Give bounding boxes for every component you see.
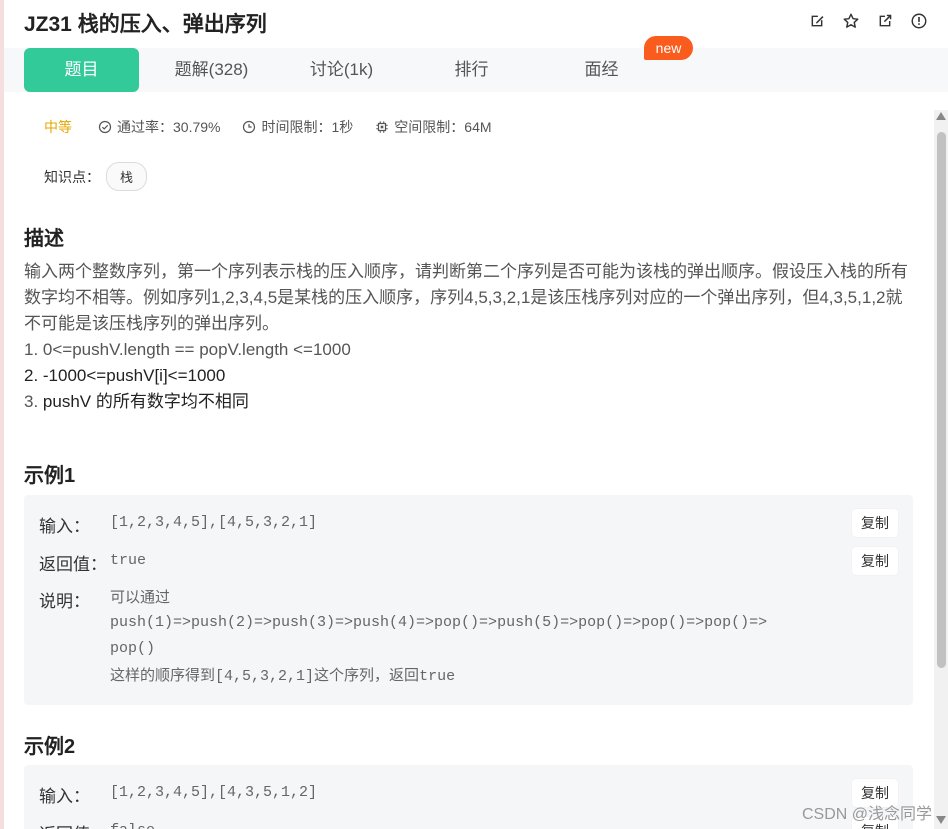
new-badge: new [644, 36, 693, 60]
copy-input-button[interactable]: 复制 [852, 509, 898, 537]
explain-line-2: push(1)=>push(2)=>push(3)=>push(4)=>pop(… [110, 614, 768, 631]
example-1-output-label: 返回值： [39, 555, 107, 574]
explain-line-3: pop() [110, 640, 156, 657]
knowledge-points: 知识点： 栈 [44, 162, 148, 191]
tab-ranking[interactable]: 排行 [414, 48, 529, 92]
example-2-input-label: 输入： [39, 787, 90, 806]
example-1-explanation: 可以通过 push(1)=>push(2)=>push(3)=>push(4)=… [110, 584, 767, 690]
scroll-down-arrow[interactable] [936, 816, 946, 824]
description-heading: 描述 [24, 228, 64, 250]
example-2-input-value: [1,2,3,4,5],[4,3,5,1,2] [110, 784, 318, 801]
tab-bar: 题目 题解(328) 讨论(1k) 排行 面经 new [4, 36, 948, 92]
constraint-3: 3. pushV 的所有数字均不相同 [24, 389, 914, 415]
share-icon[interactable] [875, 11, 894, 30]
explain-line-4-b: [4,5,3,2,1] [215, 668, 315, 685]
constraint-3-text: pushV 的所有数字均不相同 [38, 392, 249, 411]
knowledge-label: 知识点： [44, 168, 100, 185]
explain-line-4-c: 这个序列，返回 [314, 666, 420, 684]
problem-meta: 中等 通过率：30.79% 时间限制：1秒 空间限制：64M [44, 117, 514, 137]
scroll-up-arrow[interactable] [936, 112, 946, 120]
csdn-watermark: CSDN @浅念同学 [801, 806, 932, 823]
check-circle-icon [98, 120, 112, 134]
example-2-output-value: false [110, 818, 155, 829]
difficulty-label: 中等 [44, 119, 72, 135]
space-limit: 空间限制：64M [375, 117, 492, 137]
time-limit: 时间限制：1秒 [242, 117, 353, 137]
tab-interview[interactable]: 面经 [544, 48, 659, 92]
explain-line-4: 这样的顺序得到[4,5,3,2,1]这个序列，返回true [110, 662, 767, 690]
explain-line-1: 可以通过 [110, 588, 171, 606]
explain-line-4-d: true [419, 668, 456, 685]
star-icon[interactable] [841, 11, 860, 30]
space-limit-text: 空间限制：64M [394, 119, 492, 135]
problem-header: JZ31 栈的压入、弹出序列 [4, 0, 948, 48]
example-1-input-value: [1,2,3,4,5],[4,5,3,2,1] [110, 514, 318, 531]
constraint-3-number: 3. [24, 392, 39, 411]
knowledge-tag[interactable]: 栈 [106, 162, 148, 191]
pass-rate: 通过率：30.79% [98, 117, 220, 137]
tab-problem[interactable]: 题目 [24, 48, 139, 92]
header-actions [807, 11, 928, 30]
tab-solutions[interactable]: 题解(328) [149, 48, 274, 92]
example-2-heading: 示例2 [24, 736, 76, 758]
constraint-2: 2. -1000<=pushV[i]<=1000 [24, 366, 226, 385]
scrollbar-thumb[interactable] [937, 132, 946, 668]
constraint-1: 1. 0<=pushV.length == popV.length <=1000 [24, 340, 351, 359]
edit-icon[interactable] [807, 11, 826, 30]
tab-discussion[interactable]: 讨论(1k) [284, 48, 399, 92]
time-limit-text: 时间限制：1秒 [261, 119, 354, 135]
example-1-explain-label: 说明： [39, 592, 90, 611]
example-1-output-value: true [110, 552, 147, 569]
example-2-output-label: 返回值： [39, 820, 107, 829]
example-1-heading: 示例1 [24, 465, 76, 487]
problem-title: JZ31 栈的压入、弹出序列 [24, 13, 267, 36]
pass-rate-text: 通过率：30.79% [117, 119, 221, 135]
info-icon[interactable] [909, 11, 928, 30]
chip-icon [376, 121, 388, 133]
example-2-box: 输入： [1,2,3,4,5],[4,3,5,1,2] 复制 返回值： fals… [24, 765, 913, 829]
example-1-input-label: 输入： [39, 517, 90, 536]
copy-output-button[interactable]: 复制 [852, 547, 898, 575]
left-edge [0, 0, 4, 829]
explain-line-4-a: 这样的顺序得到 [110, 666, 216, 684]
clock-icon [243, 120, 256, 134]
description-paragraph: 输入两个整数序列，第一个序列表示栈的压入顺序，请判断第二个序列是否可能为该栈的弹… [24, 262, 908, 333]
example-1-box: 输入： [1,2,3,4,5],[4,5,3,2,1] 复制 返回值： true… [24, 495, 913, 705]
description-body: 输入两个整数序列，第一个序列表示栈的压入顺序，请判断第二个序列是否可能为该栈的弹… [24, 259, 914, 415]
